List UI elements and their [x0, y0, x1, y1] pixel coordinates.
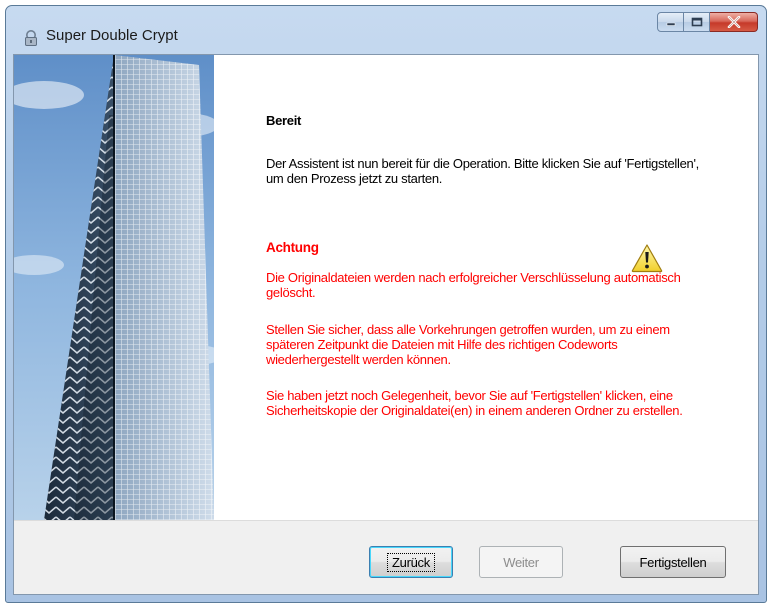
- maximize-button[interactable]: [684, 12, 710, 32]
- close-button[interactable]: [710, 12, 758, 32]
- app-icon: [25, 30, 37, 46]
- minimize-icon: [666, 22, 675, 26]
- warning-paragraph-3: Sie haben jetzt noch Gelegenheit, bevor …: [266, 388, 683, 418]
- back-button[interactable]: Zurück: [369, 546, 453, 578]
- warning-title: Achtung: [266, 240, 319, 255]
- title-bar[interactable]: Super Double Crypt: [6, 6, 766, 60]
- minimize-button[interactable]: [657, 12, 684, 32]
- wizard-content: Bereit Der Assistent ist nun bereit für …: [214, 55, 758, 520]
- window-controls: [657, 12, 758, 32]
- page-heading: Bereit: [266, 113, 302, 128]
- finish-button[interactable]: Fertigstellen: [620, 546, 726, 578]
- warning-paragraph-2: Stellen Sie sicher, dass alle Vorkehrung…: [266, 322, 670, 367]
- close-icon: [727, 16, 740, 28]
- maximize-icon: [691, 17, 702, 27]
- wizard-footer: Zurück Weiter Fertigstellen: [14, 520, 758, 594]
- wizard-window: Super Double Crypt Bereit Der Assistent …: [5, 5, 767, 603]
- intro-text: Der Assistent ist nun bereit für die Ope…: [266, 156, 699, 186]
- wizard-client-area: Bereit Der Assistent ist nun bereit für …: [13, 54, 759, 595]
- warning-icon: [631, 244, 663, 273]
- back-button-label: Zurück: [387, 552, 435, 572]
- window-title: Super Double Crypt: [46, 27, 178, 44]
- warning-paragraph-1: Die Originaldateien werden nach erfolgre…: [266, 270, 681, 300]
- next-button[interactable]: Weiter: [479, 546, 563, 578]
- skyscraper-banner-image: [14, 55, 214, 520]
